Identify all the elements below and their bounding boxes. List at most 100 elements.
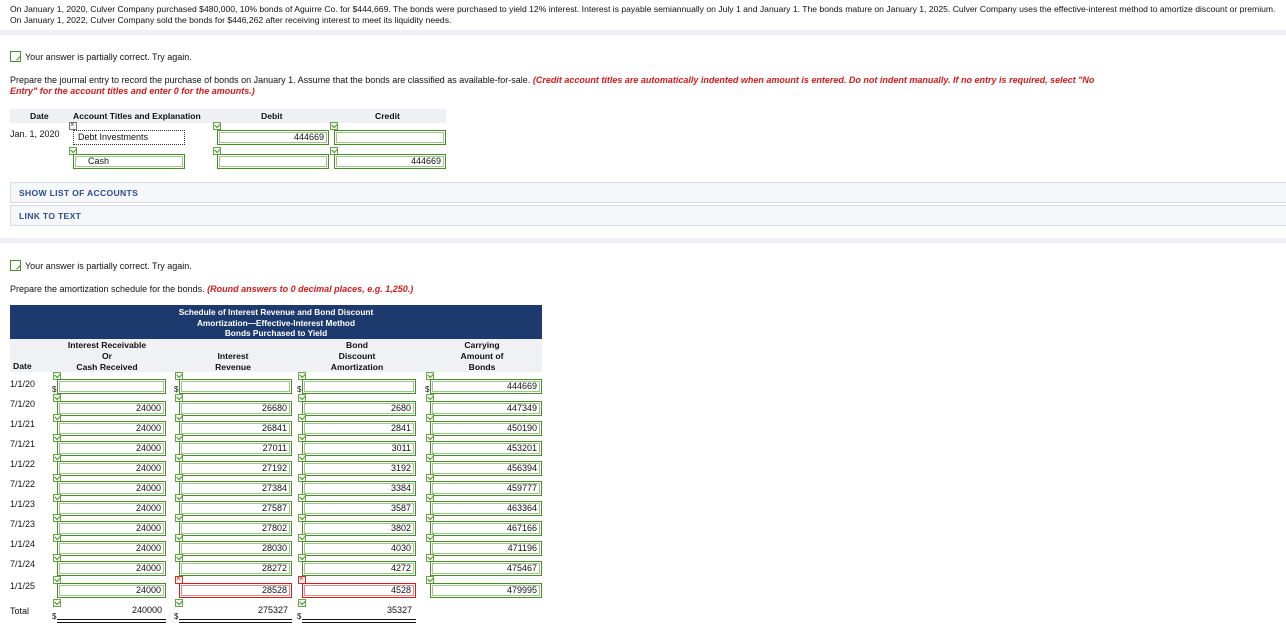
problem-statement: On January 1, 2020, Culver Company purch… xyxy=(10,4,1276,25)
status-correct-icon xyxy=(213,122,221,130)
col-header-line: Bonds xyxy=(468,362,496,372)
schedule-interest-input[interactable]: 28528 xyxy=(179,583,292,598)
col-header-line: Amount of xyxy=(460,351,504,361)
schedule-interest-input[interactable] xyxy=(179,379,292,394)
col-header-line: Revenue xyxy=(215,362,251,372)
schedule-instruction: Prepare the amortization schedule for th… xyxy=(10,284,413,295)
total-amort-input[interactable]: 35327 xyxy=(302,604,416,619)
instruction-note: (Credit account titles are automatically… xyxy=(532,75,1095,85)
schedule-cash-input[interactable] xyxy=(57,379,166,394)
schedule-cash-input[interactable]: 24000 xyxy=(57,421,166,436)
schedule-amort-input[interactable]: 3587 xyxy=(302,501,416,516)
journal-row-date: Jan. 1, 2020 xyxy=(10,129,60,139)
total-cash-input[interactable]: 240000 xyxy=(57,604,166,619)
instruction-note-cont: Entry" for the account titles and enter … xyxy=(10,86,255,96)
total-interest-input[interactable]: 275327 xyxy=(179,604,292,619)
col-header-amortization: Bond Discount Amortization xyxy=(312,340,402,373)
schedule-carrying-input[interactable]: 444669 xyxy=(430,379,542,394)
schedule-interest-input[interactable]: 28030 xyxy=(179,541,292,556)
schedule-amort-input[interactable]: 3802 xyxy=(302,521,416,536)
credit-input[interactable] xyxy=(334,130,446,145)
dollar-sign: $ xyxy=(297,612,302,621)
schedule-title-line: Amortization—Effective-Interest Method xyxy=(196,317,356,328)
account-title-select[interactable]: Debt Investments xyxy=(73,130,185,145)
schedule-carrying-input[interactable]: 459777 xyxy=(430,481,542,496)
journal-instruction: Prepare the journal entry to record the … xyxy=(10,75,1286,97)
schedule-carrying-input[interactable]: 456394 xyxy=(430,461,542,476)
schedule-amort-input[interactable]: 4272 xyxy=(302,561,416,576)
dollar-sign: $ xyxy=(52,385,57,394)
double-underline xyxy=(57,619,166,620)
schedule-interest-input[interactable]: 26680 xyxy=(179,401,292,416)
journal-header-account: Account Titles and Explanation xyxy=(73,111,201,121)
schedule-cash-input[interactable]: 24000 xyxy=(57,441,166,456)
schedule-cash-input[interactable]: 24000 xyxy=(57,561,166,576)
instruction-text: Prepare the amortization schedule for th… xyxy=(10,284,205,294)
schedule-interest-input[interactable]: 26841 xyxy=(179,421,292,436)
double-underline xyxy=(179,619,292,620)
partially-correct-icon xyxy=(10,260,21,271)
schedule-cash-input[interactable]: 24000 xyxy=(57,501,166,516)
feedback-text: Your answer is partially correct. Try ag… xyxy=(25,51,192,62)
double-underline xyxy=(57,622,166,623)
total-label: Total xyxy=(10,606,30,616)
schedule-interest-input[interactable]: 27802 xyxy=(179,521,292,536)
account-title-select[interactable]: Cash xyxy=(73,154,185,169)
schedule-interest-input[interactable]: 27384 xyxy=(179,481,292,496)
schedule-row-date: 1/1/23 xyxy=(10,499,36,509)
dollar-sign: $ xyxy=(174,612,179,621)
schedule-interest-input[interactable]: 27192 xyxy=(179,461,292,476)
schedule-carrying-input[interactable]: 463364 xyxy=(430,501,542,516)
schedule-interest-input[interactable]: 27011 xyxy=(179,441,292,456)
show-list-of-accounts-button[interactable]: SHOW LIST OF ACCOUNTS xyxy=(10,182,1286,203)
schedule-carrying-input[interactable]: 453201 xyxy=(430,441,542,456)
schedule-carrying-input[interactable]: 467166 xyxy=(430,521,542,536)
section-divider xyxy=(0,30,1286,35)
double-underline xyxy=(179,622,292,623)
schedule-amort-input[interactable]: 3011 xyxy=(302,441,416,456)
debit-input[interactable] xyxy=(217,154,329,169)
schedule-amort-input[interactable]: 4030 xyxy=(302,541,416,556)
instruction-note: (Round answers to 0 decimal places, e.g.… xyxy=(207,284,414,294)
debit-input[interactable]: 444669 xyxy=(217,130,329,145)
schedule-row-date: 1/1/21 xyxy=(10,419,36,429)
link-to-text-button[interactable]: LINK TO TEXT xyxy=(10,205,1286,226)
schedule-amort-input[interactable]: 2680 xyxy=(302,401,416,416)
schedule-cash-input[interactable]: 24000 xyxy=(57,583,166,598)
status-correct-icon xyxy=(330,122,338,130)
schedule-row-date: 7/1/20 xyxy=(10,399,36,409)
dollar-sign: $ xyxy=(297,385,302,394)
col-header-line: Discount xyxy=(338,351,376,361)
partially-correct-icon xyxy=(10,51,21,62)
schedule-cash-input[interactable]: 24000 xyxy=(57,521,166,536)
schedule-row-date: 1/1/22 xyxy=(10,459,36,469)
col-header-cash: Interest Receivable Or Cash Received xyxy=(52,340,162,373)
schedule-cash-input[interactable]: 24000 xyxy=(57,481,166,496)
schedule-amort-input[interactable]: 3192 xyxy=(302,461,416,476)
schedule-amort-input[interactable] xyxy=(302,379,416,394)
schedule-carrying-input[interactable]: 447349 xyxy=(430,401,542,416)
schedule-interest-input[interactable]: 28272 xyxy=(179,561,292,576)
schedule-carrying-input[interactable]: 471196 xyxy=(430,541,542,556)
schedule-carrying-input[interactable]: 450190 xyxy=(430,421,542,436)
schedule-interest-input[interactable]: 27587 xyxy=(179,501,292,516)
schedule-cash-input[interactable]: 24000 xyxy=(57,461,166,476)
schedule-carrying-input[interactable]: 475467 xyxy=(430,561,542,576)
col-header-line: Cash Received xyxy=(76,362,138,372)
schedule-cash-input[interactable]: 24000 xyxy=(57,401,166,416)
schedule-row-date: 1/1/25 xyxy=(10,581,36,591)
credit-input[interactable]: 444669 xyxy=(334,154,446,169)
schedule-title: Schedule of Interest Revenue and Bond Di… xyxy=(10,305,542,339)
schedule-amort-input[interactable]: 2841 xyxy=(302,421,416,436)
journal-header-credit: Credit xyxy=(375,111,400,121)
col-header-line: Carrying xyxy=(464,340,500,350)
schedule-carrying-input[interactable]: 479995 xyxy=(430,583,542,598)
schedule-amort-input[interactable]: 4528 xyxy=(302,583,416,598)
schedule-amort-input[interactable]: 3384 xyxy=(302,481,416,496)
col-header-line: Bond xyxy=(346,340,368,350)
dollar-sign: $ xyxy=(425,385,430,394)
col-header-line: Interest xyxy=(217,351,249,361)
schedule-row-date: 1/1/24 xyxy=(10,539,36,549)
schedule-cash-input[interactable]: 24000 xyxy=(57,541,166,556)
journal-header-date: Date xyxy=(30,111,49,121)
